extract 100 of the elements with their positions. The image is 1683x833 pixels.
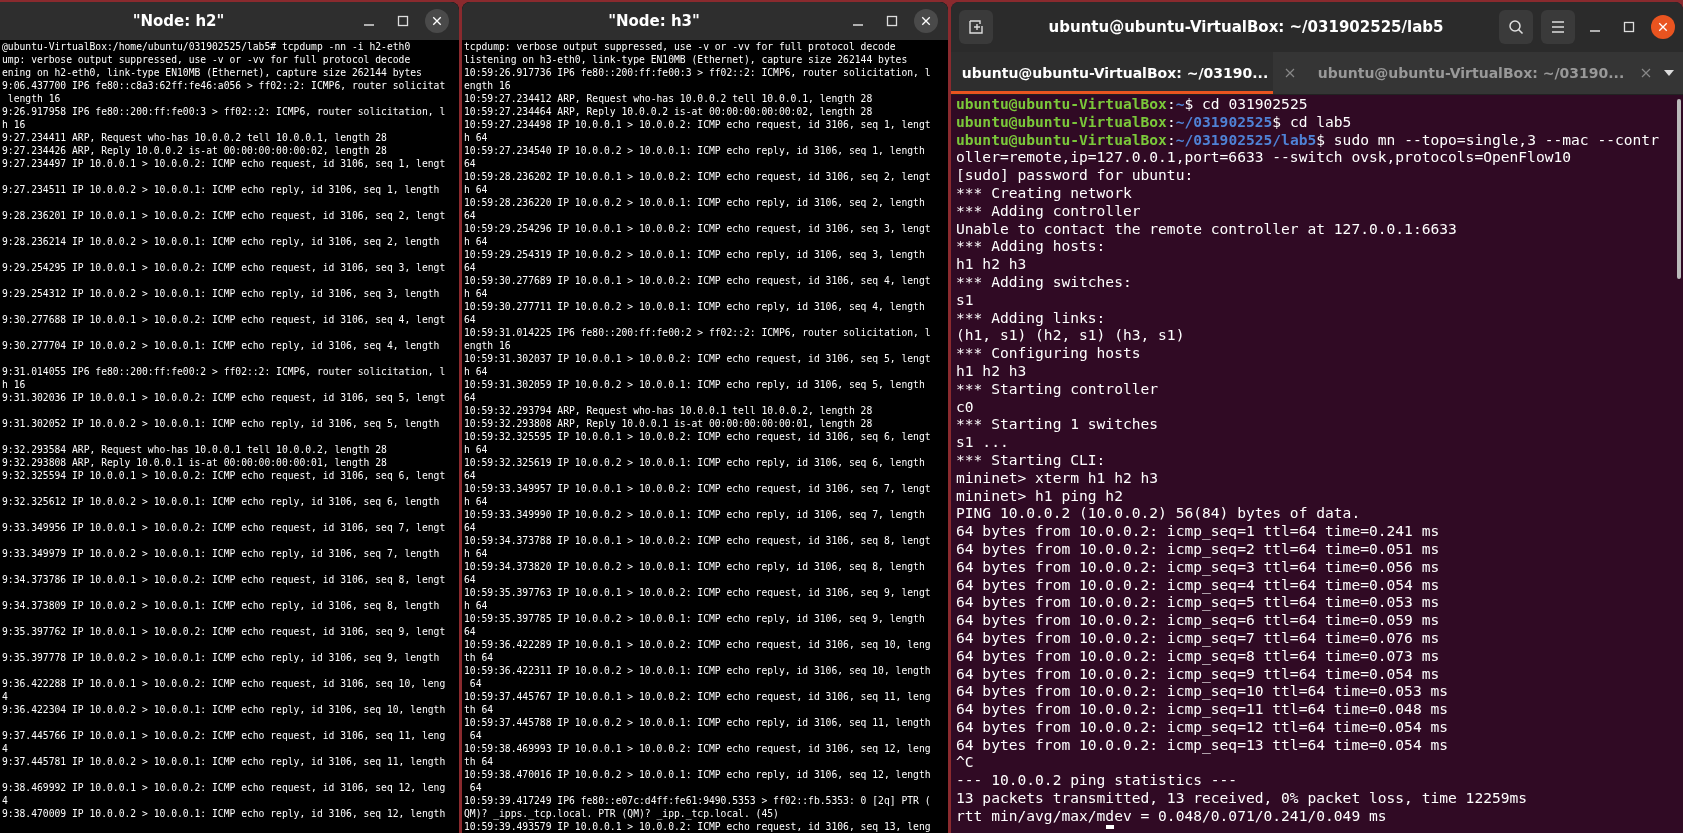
terminal-line: 9:27.234511 IP 10.0.0.2 > 10.0.0.1: ICMP echo reply, id 3106, seq 1, length bbox=[2, 183, 441, 196]
text-cursor bbox=[1106, 824, 1114, 829]
terminal-line: mininet> xterm h1 h2 h3 bbox=[956, 468, 1160, 487]
terminal-line: 9:35.397778 IP 10.0.0.2 > 10.0.0.1: ICMP echo reply, id 3106, seq 9, length bbox=[2, 651, 441, 664]
terminal-line: 10:59:39.493579 IP 10.0.0.1 > 10.0.0.2: ICMP echo request, id 3106, seq 13, leng bbox=[464, 820, 932, 833]
terminal-line: 64 bbox=[468, 781, 483, 794]
terminal-line: mininet> h1 ping h2 bbox=[956, 486, 1124, 505]
terminal-line: 9:37.445766 IP 10.0.0.1 > 10.0.0.2: ICMP echo request, id 3106, seq 11, leng bbox=[2, 729, 447, 742]
window-title: ubuntu@ubuntu-VirtualBox: ~/031902525/lab5 bbox=[1047, 18, 1445, 36]
terminal-line: th 64 bbox=[464, 755, 495, 768]
terminal-line: 64 bytes from 10.0.0.2: icmp_seq=11 ttl=64 time=0.048 ms bbox=[956, 700, 1450, 718]
new-tab-icon[interactable] bbox=[959, 10, 993, 44]
terminal-line: *** Adding hosts: bbox=[956, 237, 1107, 256]
terminal-line: 10:59:32.325595 IP 10.0.0.1 > 10.0.0.2: ICMP echo request, id 3106, seq 6, lengt bbox=[464, 430, 932, 443]
terminal-line: 64 bytes from 10.0.0.2: icmp_seq=3 ttl=64 time=0.056 ms bbox=[956, 557, 1441, 576]
terminal-line: @ubuntu-VirtualBox:/home/ubuntu/031902525/lab5# tcpdump -nn -i h2-eth0 bbox=[2, 40, 412, 53]
terminal-line: th 64 bbox=[464, 651, 495, 664]
terminal-line: s1 bbox=[956, 290, 975, 309]
terminal-line: 9:32.293584 ARP, Request who-has 10.0.0.1 tell 10.0.0.2, length 28 bbox=[2, 443, 388, 456]
close-icon[interactable] bbox=[914, 9, 938, 33]
terminal-line: 9:06.437700 IP6 fe80::c8a3:62ff:fe46:a056 > ff02::2: ICMP6, router solicitat bbox=[2, 79, 447, 92]
close-icon[interactable] bbox=[1651, 15, 1675, 39]
menu-icon[interactable] bbox=[1541, 10, 1575, 44]
scrollbar[interactable] bbox=[1677, 99, 1681, 279]
terminal-line: ubuntu@ubuntu-VirtualBox:~/031902525/lab5$ sudo mn --topo=single,3 --mac --contr bbox=[956, 130, 1660, 149]
terminal-line: h 16 bbox=[2, 118, 27, 131]
terminal-line: 64 bytes from 10.0.0.2: icmp_seq=7 ttl=64 time=0.076 ms bbox=[956, 628, 1441, 647]
terminal-line: 64 bytes from 10.0.0.2: icmp_seq=5 ttl=64 time=0.053 ms bbox=[956, 593, 1441, 612]
terminal-tab[interactable]: ubuntu@ubuntu-VirtualBox: ~/03190... bbox=[951, 52, 1273, 94]
terminal-line: h1 h2 h3 bbox=[956, 255, 1028, 273]
terminal-line: 64 bbox=[464, 209, 477, 222]
terminal-line: 10:59:33.349957 IP 10.0.0.1 > 10.0.0.2: ICMP echo request, id 3106, seq 7, lengt bbox=[464, 482, 932, 495]
terminal-line: h 64 bbox=[464, 235, 489, 248]
terminal-line: 9:30.277688 IP 10.0.0.1 > 10.0.0.2: ICMP echo request, id 3106, seq 4, lengt bbox=[2, 313, 447, 326]
terminal-line: 10:59:33.349990 IP 10.0.0.2 > 10.0.0.1: ICMP echo reply, id 3106, seq 7, length bbox=[464, 508, 926, 521]
terminal-line: *** Starting CLI: bbox=[956, 450, 1107, 469]
terminal-line: *** Starting 1 switches bbox=[956, 415, 1160, 434]
terminal-line: 10:59:31.302059 IP 10.0.0.2 > 10.0.0.1: ICMP echo reply, id 3106, seq 5, length bbox=[464, 378, 926, 391]
terminal-line: 64 bbox=[464, 313, 477, 326]
terminal-line: 10:59:32.293794 ARP, Request who-has 10.0.0.1 tell 10.0.0.2, length 28 bbox=[464, 404, 874, 417]
terminal-line: 64 bytes from 10.0.0.2: icmp_seq=2 ttl=64 time=0.051 ms bbox=[956, 539, 1441, 558]
terminal-line: 9:31.014055 IP6 fe80::200:ff:fe00:2 > ff02::2: ICMP6, router solicitation, l bbox=[2, 365, 447, 378]
terminal-line: 64 bbox=[464, 573, 477, 586]
terminal-line: 9:35.397762 IP 10.0.0.1 > 10.0.0.2: ICMP echo request, id 3106, seq 9, lengt bbox=[2, 625, 447, 638]
terminal-line: 10:59:37.445767 IP 10.0.0.1 > 10.0.0.2: ICMP echo request, id 3106, seq 11, leng bbox=[464, 690, 932, 703]
terminal-line: 9:31.302052 IP 10.0.0.2 > 10.0.0.1: ICMP echo reply, id 3106, seq 5, length bbox=[2, 417, 441, 430]
terminal-line: 10:59:31.014225 IP6 fe80::200:ff:fe00:2 > ff02::2: ICMP6, router solicitation, l bbox=[464, 326, 932, 339]
terminal-line: 64 bbox=[468, 729, 483, 742]
terminal-line: 64 bytes from 10.0.0.2: icmp_seq=8 ttl=64 time=0.073 ms bbox=[956, 646, 1441, 665]
terminal-line: oller=remote,ip=127.0.0.1,port=6633 --switch ovsk,protocols=OpenFlow10 bbox=[956, 148, 1573, 167]
terminal-line: 10:59:26.917736 IP6 fe80::200:ff:fe00:3 > ff02::2: ICMP6, router solicitation, l bbox=[464, 66, 932, 79]
terminal-line: 10:59:31.302037 IP 10.0.0.1 > 10.0.0.2: ICMP echo request, id 3106, seq 5, lengt bbox=[464, 352, 932, 365]
terminal-line: *** Adding switches: bbox=[956, 272, 1133, 291]
terminal-line: 9:32.325612 IP 10.0.0.2 > 10.0.0.1: ICMP echo reply, id 3106, seq 6, length bbox=[2, 495, 441, 508]
terminal-line: 10:59:35.397763 IP 10.0.0.1 > 10.0.0.2: ICMP echo request, id 3106, seq 9, lengt bbox=[464, 586, 932, 599]
terminal-line: 13 packets transmitted, 13 received, 0% packet loss, time 12259ms bbox=[956, 789, 1529, 807]
terminal-line: 64 bbox=[464, 261, 477, 274]
terminal-line: *** Starting controller bbox=[956, 379, 1160, 398]
terminal-line: ump: verbose output suppressed, use -v or -vv for full protocol decode bbox=[2, 53, 412, 66]
terminal-line: *** Configuring hosts bbox=[956, 344, 1142, 362]
terminal-line: 4 bbox=[2, 794, 9, 807]
terminal-line: h1 h2 h3 bbox=[956, 361, 1028, 380]
terminal-line: 9:26.917958 IP6 fe80::200:ff:fe00:3 > ff02::2: ICMP6, router solicitation, l bbox=[2, 105, 447, 118]
terminal-line: 64 bbox=[464, 157, 477, 170]
terminal-line: length 16 bbox=[6, 92, 62, 105]
terminal-line: 64 bbox=[464, 521, 477, 534]
terminal-line: h 64 bbox=[464, 547, 489, 560]
terminal-line: ^C bbox=[956, 753, 975, 772]
terminal-line: 10:59:36.422311 IP 10.0.0.2 > 10.0.0.1: ICMP echo reply, id 3106, seq 10, length bbox=[464, 664, 932, 677]
terminal-line: 9:38.470009 IP 10.0.0.2 > 10.0.0.1: ICMP echo reply, id 3106, seq 12, length bbox=[2, 807, 447, 820]
terminal-line: 64 bytes from 10.0.0.2: icmp_seq=9 ttl=64 time=0.054 ms bbox=[956, 664, 1441, 683]
terminal-line: 10:59:39.417249 IP6 fe80::e07c:d4ff:fe61:9490.5353 > ff02::fb.5353: 0 [2q] PTR ( bbox=[464, 794, 932, 807]
terminal-line: 9:33.349979 IP 10.0.0.2 > 10.0.0.1: ICMP echo reply, id 3106, seq 7, length bbox=[2, 547, 441, 560]
terminal-line: 64 bytes from 10.0.0.2: icmp_seq=12 ttl=64 time=0.054 ms bbox=[956, 717, 1450, 736]
terminal-line: *** Adding links: bbox=[956, 308, 1107, 327]
search-icon[interactable] bbox=[1499, 10, 1533, 44]
terminal-line: 10:59:34.373788 IP 10.0.0.1 > 10.0.0.2: ICMP echo request, id 3106, seq 8, lengt bbox=[464, 534, 932, 547]
terminal-line: 10:59:30.277689 IP 10.0.0.1 > 10.0.0.2: ICMP echo request, id 3106, seq 4, lengt bbox=[464, 274, 932, 287]
terminal-tab[interactable]: ubuntu@ubuntu-VirtualBox: ~/03190... bbox=[1307, 52, 1629, 94]
terminal-line: 9:29.254295 IP 10.0.0.1 > 10.0.0.2: ICMP echo request, id 3106, seq 3, lengt bbox=[2, 261, 447, 274]
terminal-line: 9:31.302036 IP 10.0.0.1 > 10.0.0.2: ICMP echo request, id 3106, seq 5, lengt bbox=[2, 391, 447, 404]
terminal-line: ubuntu@ubuntu-VirtualBox:~$ cd 031902525 bbox=[956, 95, 1309, 113]
terminal-line: 64 bbox=[464, 391, 477, 404]
close-icon[interactable] bbox=[425, 9, 449, 33]
terminal-line: 4 bbox=[2, 690, 9, 703]
terminal-line: tcpdump: verbose output suppressed, use -v or -vv for full protocol decode bbox=[464, 40, 897, 53]
window-title: "Node: h2" bbox=[131, 12, 226, 30]
terminal-line: listening on h3-eth0, link-type EN10MB (Ethernet), capture size 262144 bytes bbox=[464, 53, 909, 66]
terminal-line: 4 bbox=[2, 742, 9, 755]
terminal-line: 9:36.422304 IP 10.0.0.2 > 10.0.0.1: ICMP echo reply, id 3106, seq 10, length bbox=[2, 703, 447, 716]
terminal-line: 9:32.293808 ARP, Reply 10.0.0.1 is-at 00:00:00:00:00:01, length 28 bbox=[2, 456, 388, 469]
terminal-line: 9:34.373786 IP 10.0.0.1 > 10.0.0.2: ICMP echo request, id 3106, seq 8, lengt bbox=[2, 573, 447, 586]
terminal-line: c0 bbox=[956, 397, 975, 416]
terminal-line: h 64 bbox=[464, 495, 489, 508]
terminal-line: 64 bytes from 10.0.0.2: icmp_seq=13 ttl=64 time=0.054 ms bbox=[956, 735, 1450, 754]
terminal-line: h 64 bbox=[464, 365, 489, 378]
terminal-line: 9:33.349956 IP 10.0.0.1 > 10.0.0.2: ICMP echo request, id 3106, seq 7, lengt bbox=[2, 521, 447, 534]
terminal-line: s1 ... bbox=[956, 433, 1010, 451]
terminal-line: 64 bytes from 10.0.0.2: icmp_seq=10 ttl=64 time=0.053 ms bbox=[956, 682, 1450, 701]
terminal-line: 10:59:27.234540 IP 10.0.0.2 > 10.0.0.1: ICMP echo reply, id 3106, seq 1, length bbox=[464, 144, 926, 157]
